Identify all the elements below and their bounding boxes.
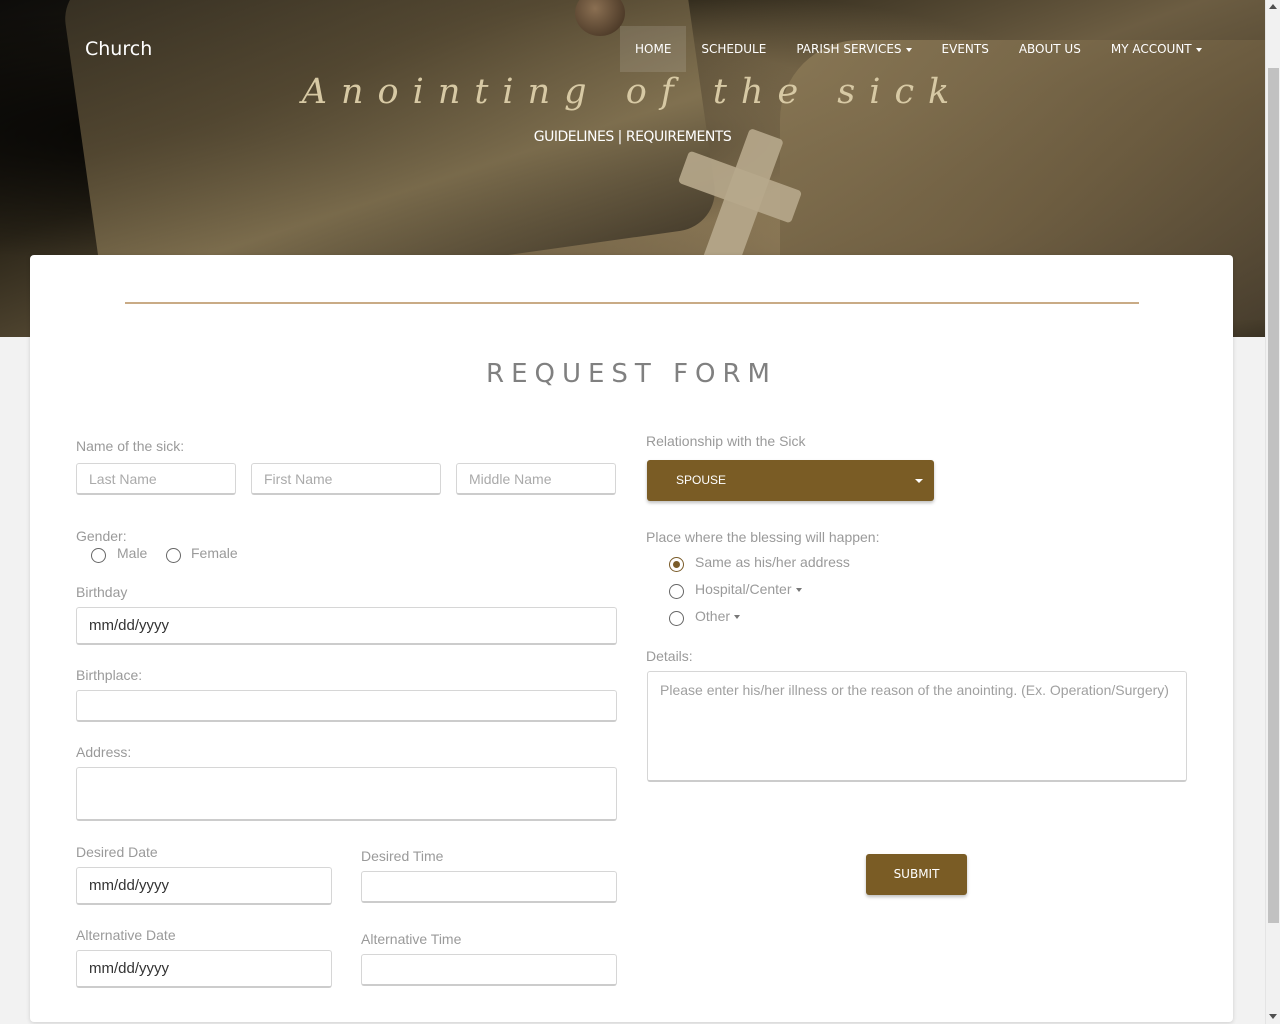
gender-male-radio[interactable] [91, 548, 106, 563]
form-title: REQUEST FORM [486, 359, 777, 389]
birthplace-label: Birthplace: [76, 667, 143, 683]
relationship-value: SPOUSE [676, 473, 727, 487]
scroll-up-arrow-icon[interactable] [1269, 4, 1277, 9]
name-label: Name of the sick: [76, 438, 185, 454]
first-name-input[interactable]: First Name [251, 463, 441, 495]
birthday-value: mm/dd/yyyy [89, 617, 170, 634]
scroll-thumb[interactable] [1268, 68, 1279, 923]
middle-name-input[interactable]: Middle Name [456, 463, 616, 495]
alternative-time-input[interactable] [361, 954, 617, 986]
nav-my-account-label: MY ACCOUNT [1110, 42, 1192, 56]
gender-female-label: Female [191, 545, 238, 561]
last-name-placeholder: Last Name [89, 470, 157, 487]
place-label: Place where the blessing will happen: [646, 529, 880, 545]
relationship-label: Relationship with the Sick [646, 433, 806, 449]
first-name-placeholder: First Name [264, 470, 333, 487]
details-textarea[interactable]: Please enter his/her illness or the reas… [647, 671, 1187, 782]
guidelines-link[interactable]: GUIDELINES | REQUIREMENTS [0, 129, 1265, 145]
desired-date-label: Desired Date [76, 844, 158, 860]
relationship-select[interactable]: SPOUSE [647, 460, 934, 501]
page-scrollbar[interactable] [1265, 0, 1280, 1024]
middle-name-placeholder: Middle Name [469, 470, 552, 487]
request-form-card: REQUEST FORM Name of the sick: Last Name… [30, 255, 1233, 1022]
birthday-label: Birthday [76, 584, 128, 600]
place-same-radio[interactable] [669, 557, 684, 572]
chevron-down-icon [1195, 47, 1202, 52]
gender-male-label: Male [117, 545, 148, 561]
last-name-input[interactable]: Last Name [76, 463, 236, 495]
birthday-input[interactable]: mm/dd/yyyy [76, 607, 617, 645]
divider [125, 302, 1139, 304]
place-other-label: Other [695, 608, 731, 624]
details-placeholder: Please enter his/her illness or the reas… [660, 682, 1169, 698]
place-same-label: Same as his/her address [695, 554, 850, 570]
alternative-date-value: mm/dd/yyyy [89, 960, 170, 977]
place-hospital-dropdown[interactable]: Hospital/Center [695, 581, 802, 597]
nav-parish-services[interactable]: PARISH SERVICES [781, 26, 926, 72]
nav-events-label: EVENTS [941, 42, 989, 56]
alternative-date-label: Alternative Date [76, 927, 176, 943]
nav-my-account[interactable]: MY ACCOUNT [1096, 26, 1217, 72]
nav-home-label: HOME [635, 42, 672, 56]
nav-parish-services-label: PARISH SERVICES [796, 42, 902, 56]
nav-events[interactable]: EVENTS [927, 26, 1004, 72]
nav-about-us-label: ABOUT US [1018, 42, 1081, 56]
main-nav: HOME SCHEDULE PARISH SERVICES EVENTS ABO… [620, 26, 1217, 72]
address-input[interactable] [76, 767, 617, 821]
address-label: Address: [76, 744, 132, 760]
birthplace-input[interactable] [76, 690, 617, 722]
desired-date-input[interactable]: mm/dd/yyyy [76, 867, 332, 905]
scroll-down-arrow-icon[interactable] [1269, 1014, 1277, 1019]
page-title: Anointing of the sick [301, 72, 964, 112]
desired-time-label: Desired Time [361, 848, 444, 864]
gender-label: Gender: [76, 528, 127, 544]
place-other-dropdown[interactable]: Other [695, 608, 741, 624]
place-hospital-radio[interactable] [669, 584, 684, 599]
chevron-down-icon [915, 479, 923, 483]
alternative-time-label: Alternative Time [361, 931, 462, 947]
chevron-down-icon [734, 615, 741, 620]
place-hospital-label: Hospital/Center [695, 581, 792, 597]
nav-schedule-label: SCHEDULE [701, 42, 767, 56]
nav-about-us[interactable]: ABOUT US [1004, 26, 1096, 72]
gender-female-radio[interactable] [166, 548, 181, 563]
chevron-down-icon [905, 47, 912, 52]
place-other-radio[interactable] [669, 611, 684, 626]
nav-schedule[interactable]: SCHEDULE [686, 26, 781, 72]
alternative-date-input[interactable]: mm/dd/yyyy [76, 950, 332, 988]
brand-logo[interactable]: Church [85, 38, 152, 60]
submit-button[interactable]: SUBMIT [866, 854, 967, 895]
nav-home[interactable]: HOME [620, 26, 687, 72]
chevron-down-icon [795, 588, 802, 593]
desired-date-value: mm/dd/yyyy [89, 877, 170, 894]
desired-time-input[interactable] [361, 871, 617, 903]
details-label: Details: [646, 648, 693, 664]
